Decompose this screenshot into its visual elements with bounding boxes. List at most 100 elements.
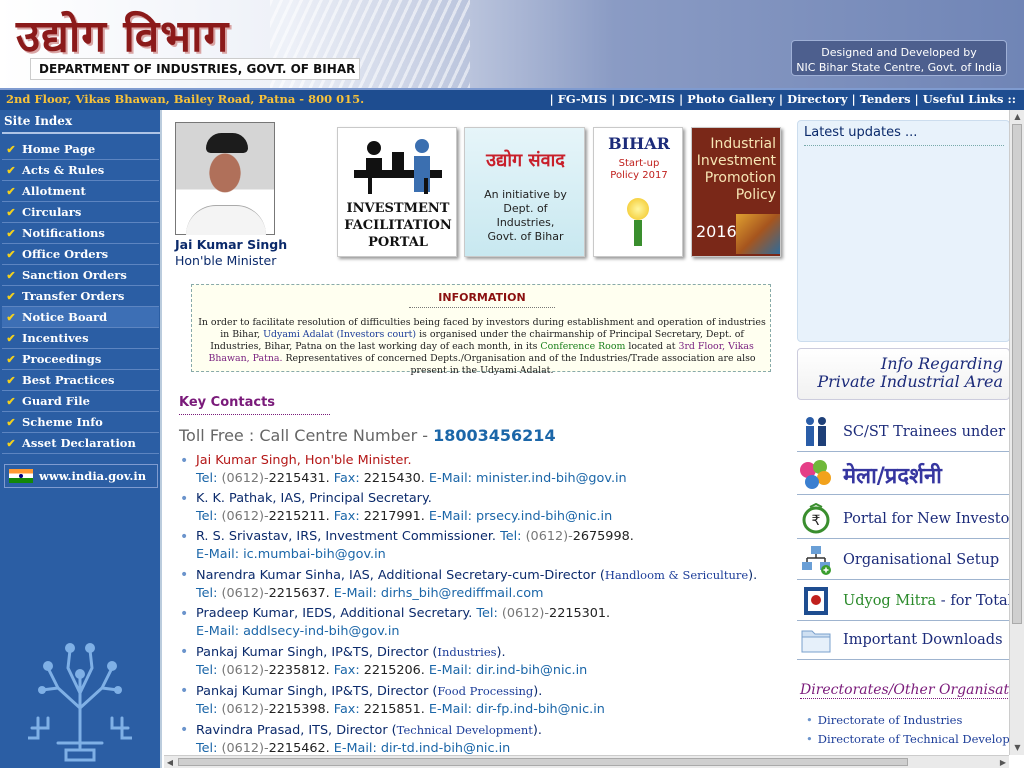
udyog-samvad-banner[interactable]: उद्योग संवाद An initiative by Dept. of I… <box>464 127 585 257</box>
list-item: R. S. Srivastav, IRS, Investment Commiss… <box>179 528 789 564</box>
plant-icon <box>634 220 642 246</box>
sidebar-nav: ✔ Home Page ✔ Acts & Rules ✔ Allotment ✔ Cir… <box>2 139 159 454</box>
quicklink-organisational-setup[interactable]: Organisational Setup <box>797 541 1010 580</box>
folder-icon <box>797 623 835 657</box>
information-box: INFORMATION In order to facilitate resol… <box>191 284 771 376</box>
quicklink-mela-pradarshani[interactable]: मेला/प्रदर्शनी <box>797 456 1010 495</box>
credit-line-1: Designed and Developed by <box>821 46 977 59</box>
list-item: Ravindra Prasad, ITS, Director (Technica… <box>179 721 789 758</box>
latest-updates-box: Latest updates ... <box>797 120 1010 342</box>
people-icon <box>797 415 835 449</box>
email-link[interactable]: dir-fp.ind-bih@nic.in <box>476 702 605 717</box>
checkmark-icon: ✔ <box>6 142 16 156</box>
quicklink-sc-st-trainees[interactable]: SC/ST Trainees under Sk <box>797 413 1010 452</box>
nav-link-tenders[interactable]: Tenders <box>860 92 911 106</box>
sidebar-item-notifications[interactable]: ✔ Notifications <box>2 223 159 244</box>
industrial-investment-promotion-policy-banner[interactable]: Industrial Investment Promotion Policy 2… <box>691 127 781 257</box>
site-title-english: DEPARTMENT OF INDUSTRIES, GOVT. OF BIHAR <box>30 58 360 80</box>
india-flag-icon <box>9 469 33 483</box>
minister-photo <box>175 122 275 235</box>
balloons-icon <box>797 458 835 492</box>
nav-link-fg-mis[interactable]: FG-MIS <box>558 92 607 106</box>
sidebar-item-sanction-orders[interactable]: ✔ Sanction Orders <box>2 265 159 286</box>
sidebar-item-circulars[interactable]: ✔ Circulars <box>2 202 159 223</box>
checkmark-icon: ✔ <box>6 415 16 429</box>
quicklink-important-downloads[interactable]: Important Downloads <box>797 621 1010 660</box>
email-link[interactable]: minister.ind-bih@gov.in <box>476 471 627 486</box>
email-link[interactable]: addlsecy-ind-bih@gov.in <box>243 624 399 639</box>
nav-link-useful-links[interactable]: Useful Links :: <box>923 92 1016 106</box>
checkmark-icon: ✔ <box>6 184 16 198</box>
scroll-up-icon[interactable]: ▲ <box>1010 110 1024 124</box>
email-link[interactable]: prsecy.ind-bih@nic.in <box>476 509 612 524</box>
list-item: Pankaj Kumar Singh, IP&TS, Director (Foo… <box>179 682 789 719</box>
nav-link-dic-mis[interactable]: DIC-MIS <box>619 92 675 106</box>
horizontal-scrollbar[interactable]: ◀ ▶ <box>164 755 1009 768</box>
sidebar-item-home-page[interactable]: ✔ Home Page <box>2 139 159 160</box>
email-link[interactable]: dir-td.ind-bih@nic.in <box>381 741 510 756</box>
checkmark-icon: ✔ <box>6 268 16 282</box>
information-text: In order to facilitate resolution of dif… <box>198 317 766 376</box>
checkmark-icon: ✔ <box>6 247 16 261</box>
credit-line-2: NIC Bihar State Centre, Govt. of India <box>796 61 1002 74</box>
nav-link-directory[interactable]: Directory <box>787 92 847 106</box>
scroll-left-icon[interactable]: ◀ <box>164 756 176 768</box>
checkmark-icon: ✔ <box>6 310 16 324</box>
checkmark-icon: ✔ <box>6 394 16 408</box>
sidebar-item-allotment[interactable]: ✔ Allotment <box>2 181 159 202</box>
sidebar-item-proceedings[interactable]: ✔ Proceedings <box>2 349 159 370</box>
bihar-startup-policy-banner[interactable]: BIHAR Start-up Policy 2017 <box>593 127 683 257</box>
email-link[interactable]: dir.ind-bih@nic.in <box>476 663 587 678</box>
information-title: INFORMATION <box>438 291 526 304</box>
lightbulb-icon <box>627 198 649 220</box>
contacts-list: Jai Kumar Singh, Hon'ble Minister. Tel: … <box>179 452 789 760</box>
sidebar-item-incentives[interactable]: ✔ Incentives <box>2 328 159 349</box>
horizontal-scroll-thumb[interactable] <box>178 758 908 766</box>
rupee-icon: ₹ <box>797 502 835 536</box>
investment-facilitation-portal-banner[interactable]: INVESTMENT FACILITATION PORTAL <box>337 127 457 257</box>
checkmark-icon: ✔ <box>6 331 16 345</box>
checkmark-icon: ✔ <box>6 226 16 240</box>
sidebar-item-asset-declaration[interactable]: ✔ Asset Declaration <box>2 433 159 454</box>
sidebar-item-acts-rules[interactable]: ✔ Acts & Rules <box>2 160 159 181</box>
meeting-people-icon <box>354 139 442 194</box>
toll-free-number: 18003456214 <box>433 426 556 445</box>
svg-text:₹: ₹ <box>812 513 821 529</box>
vertical-scroll-thumb[interactable] <box>1012 124 1022 624</box>
directorate-link[interactable]: Directorate of Industries <box>806 713 963 727</box>
scroll-down-icon[interactable]: ▼ <box>1010 741 1024 755</box>
sidebar-item-guard-file[interactable]: ✔ Guard File <box>2 391 159 412</box>
list-item: Jai Kumar Singh, Hon'ble Minister. Tel: … <box>179 452 789 488</box>
minister-name: Jai Kumar Singh <box>175 237 288 252</box>
toll-free-line: Toll Free : Call Centre Number - 1800345… <box>179 426 556 445</box>
sidebar-item-scheme-info[interactable]: ✔ Scheme Info <box>2 412 159 433</box>
checkmark-icon: ✔ <box>6 352 16 366</box>
email-link[interactable]: ic.mumbai-bih@gov.in <box>243 547 386 562</box>
right-column: Latest updates ... Info Regarding Privat… <box>792 110 1024 768</box>
site-header: उद्योग विभाग DEPARTMENT OF INDUSTRIES, G… <box>0 0 1024 88</box>
sidebar-item-office-orders[interactable]: ✔ Office Orders <box>2 244 159 265</box>
checkmark-icon: ✔ <box>6 373 16 387</box>
checkmark-icon: ✔ <box>6 205 16 219</box>
org-chart-icon <box>797 543 835 577</box>
site-title-hindi: उद्योग विभाग <box>16 11 230 62</box>
india-gov-link[interactable]: www.india.gov.in <box>4 464 158 488</box>
credit-box[interactable]: Designed and Developed by NIC Bihar Stat… <box>791 40 1007 76</box>
list-item: K. K. Pathak, IAS, Principal Secretary. … <box>179 490 789 526</box>
udyog-mitra-icon <box>797 584 835 618</box>
udyami-adalat-link[interactable]: Udyami Adalat (Investors court) <box>263 329 416 340</box>
directorate-link[interactable]: Directorate of Technical Developmen <box>806 732 1024 746</box>
quicklink-portal-for-new-investors[interactable]: ₹ Portal for New Investors <box>797 500 1010 539</box>
email-link[interactable]: dirhs_bih@rediffmail.com <box>381 586 544 601</box>
sidebar-item-transfer-orders[interactable]: ✔ Transfer Orders <box>2 286 159 307</box>
sidebar: Site Index ✔ Home Page ✔ Acts & Rules ✔ All… <box>0 110 162 768</box>
vertical-scrollbar[interactable]: ▲ ▼ <box>1009 110 1024 755</box>
nav-link-photo-gallery[interactable]: Photo Gallery <box>687 92 775 106</box>
sidebar-item-best-practices[interactable]: ✔ Best Practices <box>2 370 159 391</box>
directorates-heading: Directorates/Other Organisatio <box>800 682 1023 699</box>
sidebar-item-notice-board[interactable]: ✔ Notice Board <box>2 307 159 328</box>
quicklink-udyog-mitra[interactable]: Udyog Mitra - for Total A <box>797 582 1010 621</box>
checkmark-icon: ✔ <box>6 436 16 450</box>
scroll-right-icon[interactable]: ▶ <box>997 756 1009 768</box>
info-regarding-private-industrial-area-button[interactable]: Info Regarding Private Industrial Area <box>797 348 1010 400</box>
